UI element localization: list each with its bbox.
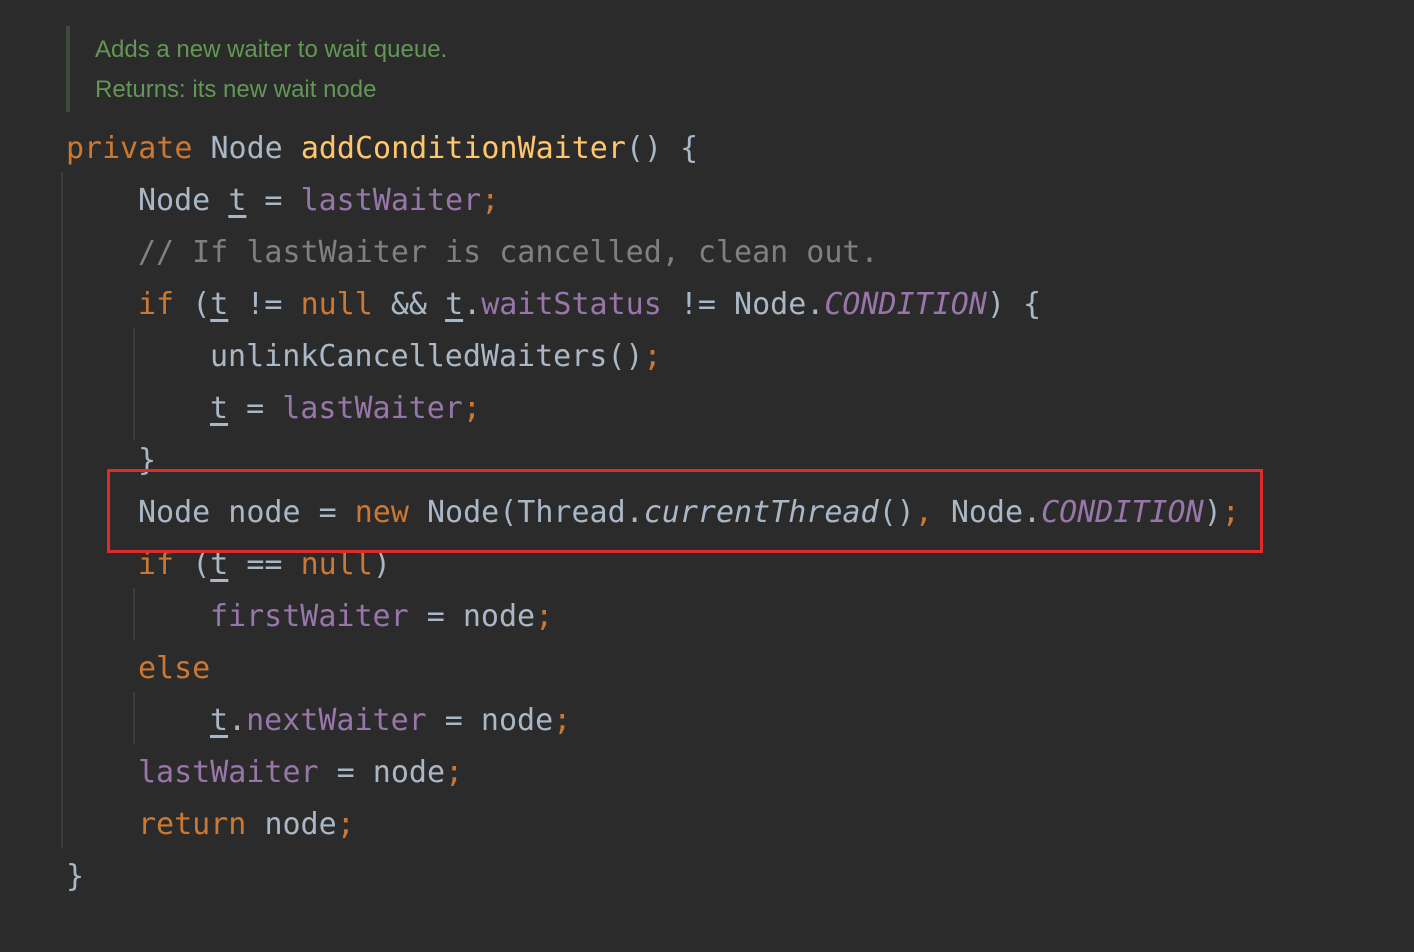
code-token: t bbox=[210, 391, 229, 426]
code-token: = node bbox=[426, 703, 554, 738]
code-token: lastWaiter bbox=[300, 183, 482, 218]
code-token: != Node. bbox=[661, 287, 825, 322]
code-token: // If lastWaiter is cancelled, clean out… bbox=[138, 235, 879, 270]
code-token: = node bbox=[318, 755, 446, 790]
code-line-else[interactable]: else bbox=[138, 649, 210, 689]
code-token: != bbox=[228, 287, 301, 322]
code-token: else bbox=[138, 651, 211, 686]
code-token: null bbox=[300, 287, 373, 322]
code-token: addConditionWaiter bbox=[300, 131, 626, 166]
code-line-if-cancelled[interactable]: if (t != null && t.waitStatus != Node.CO… bbox=[138, 285, 1041, 325]
code-token: ; bbox=[553, 703, 572, 738]
code-token: t bbox=[445, 287, 464, 322]
code-token: = bbox=[228, 391, 283, 426]
code-token: Node bbox=[210, 131, 301, 166]
code-line-reassign-t[interactable]: t = lastWaiter; bbox=[210, 389, 481, 429]
doc-comment-bar bbox=[66, 26, 70, 112]
code-token: } bbox=[66, 859, 85, 894]
code-token: = bbox=[246, 183, 301, 218]
code-token: . bbox=[228, 703, 247, 738]
code-token: . bbox=[463, 287, 482, 322]
code-token: ) { bbox=[986, 287, 1042, 322]
code-line-method-signature[interactable]: private Node addConditionWaiter() { bbox=[66, 129, 698, 169]
code-token: private bbox=[66, 131, 211, 166]
indent-guide bbox=[61, 172, 63, 848]
code-line-unlink-call[interactable]: unlinkCancelledWaiters(); bbox=[210, 337, 662, 377]
code-token: CONDITION bbox=[824, 287, 987, 322]
highlight-annotation-box bbox=[107, 469, 1263, 553]
doc-comment-line: Adds a new waiter to wait queue. bbox=[95, 36, 448, 63]
code-token: unlinkCancelledWaiters() bbox=[210, 339, 644, 374]
code-token: Node bbox=[138, 183, 229, 218]
code-token: ; bbox=[336, 807, 355, 842]
code-line-set-next-waiter[interactable]: t.nextWaiter = node; bbox=[210, 701, 571, 741]
code-token: lastWaiter bbox=[138, 755, 319, 790]
code-token: return bbox=[138, 807, 265, 842]
code-line-comment[interactable]: // If lastWaiter is cancelled, clean out… bbox=[138, 233, 879, 273]
code-token: t bbox=[228, 183, 247, 218]
code-token: node bbox=[264, 807, 337, 842]
code-token: waitStatus bbox=[481, 287, 662, 322]
code-token: () { bbox=[625, 131, 699, 166]
code-line-set-last-waiter[interactable]: lastWaiter = node; bbox=[138, 753, 463, 793]
code-token: ; bbox=[445, 755, 464, 790]
code-token: t bbox=[210, 703, 229, 738]
code-token: ( bbox=[192, 287, 211, 322]
doc-comment-line: Returns: its new wait node bbox=[95, 76, 377, 103]
indent-guide bbox=[133, 692, 135, 744]
code-line-close-method[interactable]: } bbox=[66, 857, 84, 897]
code-token: t bbox=[210, 287, 229, 322]
indent-guide bbox=[133, 588, 135, 640]
code-token: ; bbox=[462, 391, 481, 426]
code-line-declare-t[interactable]: Node t = lastWaiter; bbox=[138, 181, 499, 221]
code-token: ; bbox=[481, 183, 500, 218]
indent-guide bbox=[133, 328, 135, 440]
code-token: if bbox=[138, 287, 193, 322]
code-line-return[interactable]: return node; bbox=[138, 805, 355, 845]
code-token: ; bbox=[643, 339, 662, 374]
code-token: && bbox=[372, 287, 446, 322]
code-line-set-first-waiter[interactable]: firstWaiter = node; bbox=[210, 597, 553, 637]
code-token: ; bbox=[535, 599, 554, 634]
code-editor[interactable]: Adds a new waiter to wait queue. Returns… bbox=[0, 0, 1414, 952]
code-token: firstWaiter bbox=[210, 599, 409, 634]
code-token: = node bbox=[408, 599, 536, 634]
code-token: nextWaiter bbox=[246, 703, 427, 738]
code-token: lastWaiter bbox=[282, 391, 463, 426]
